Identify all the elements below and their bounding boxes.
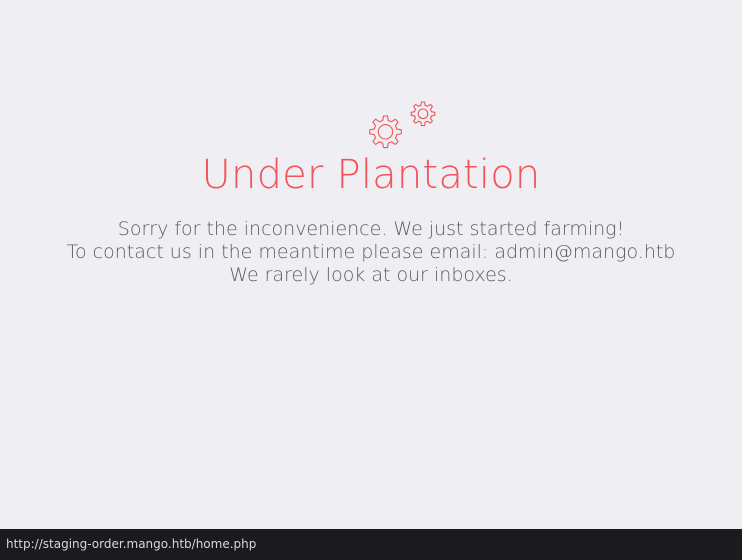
status-bar-url: http://staging-order.mango.htb/home.php: [6, 537, 257, 551]
message-line-2: To contact us in the meantime please ema…: [66, 241, 676, 263]
message-line-3: We rarely look at our inboxes.: [229, 264, 513, 286]
browser-status-bar: http://staging-order.mango.htb/home.php: [0, 529, 742, 560]
page-title: Under Plantation: [201, 152, 541, 198]
gears-icon: [369, 101, 436, 149]
message-line-1: Sorry for the inconvenience. We just sta…: [117, 218, 625, 240]
maintenance-page: Under Plantation Sorry for the inconveni…: [0, 0, 742, 560]
